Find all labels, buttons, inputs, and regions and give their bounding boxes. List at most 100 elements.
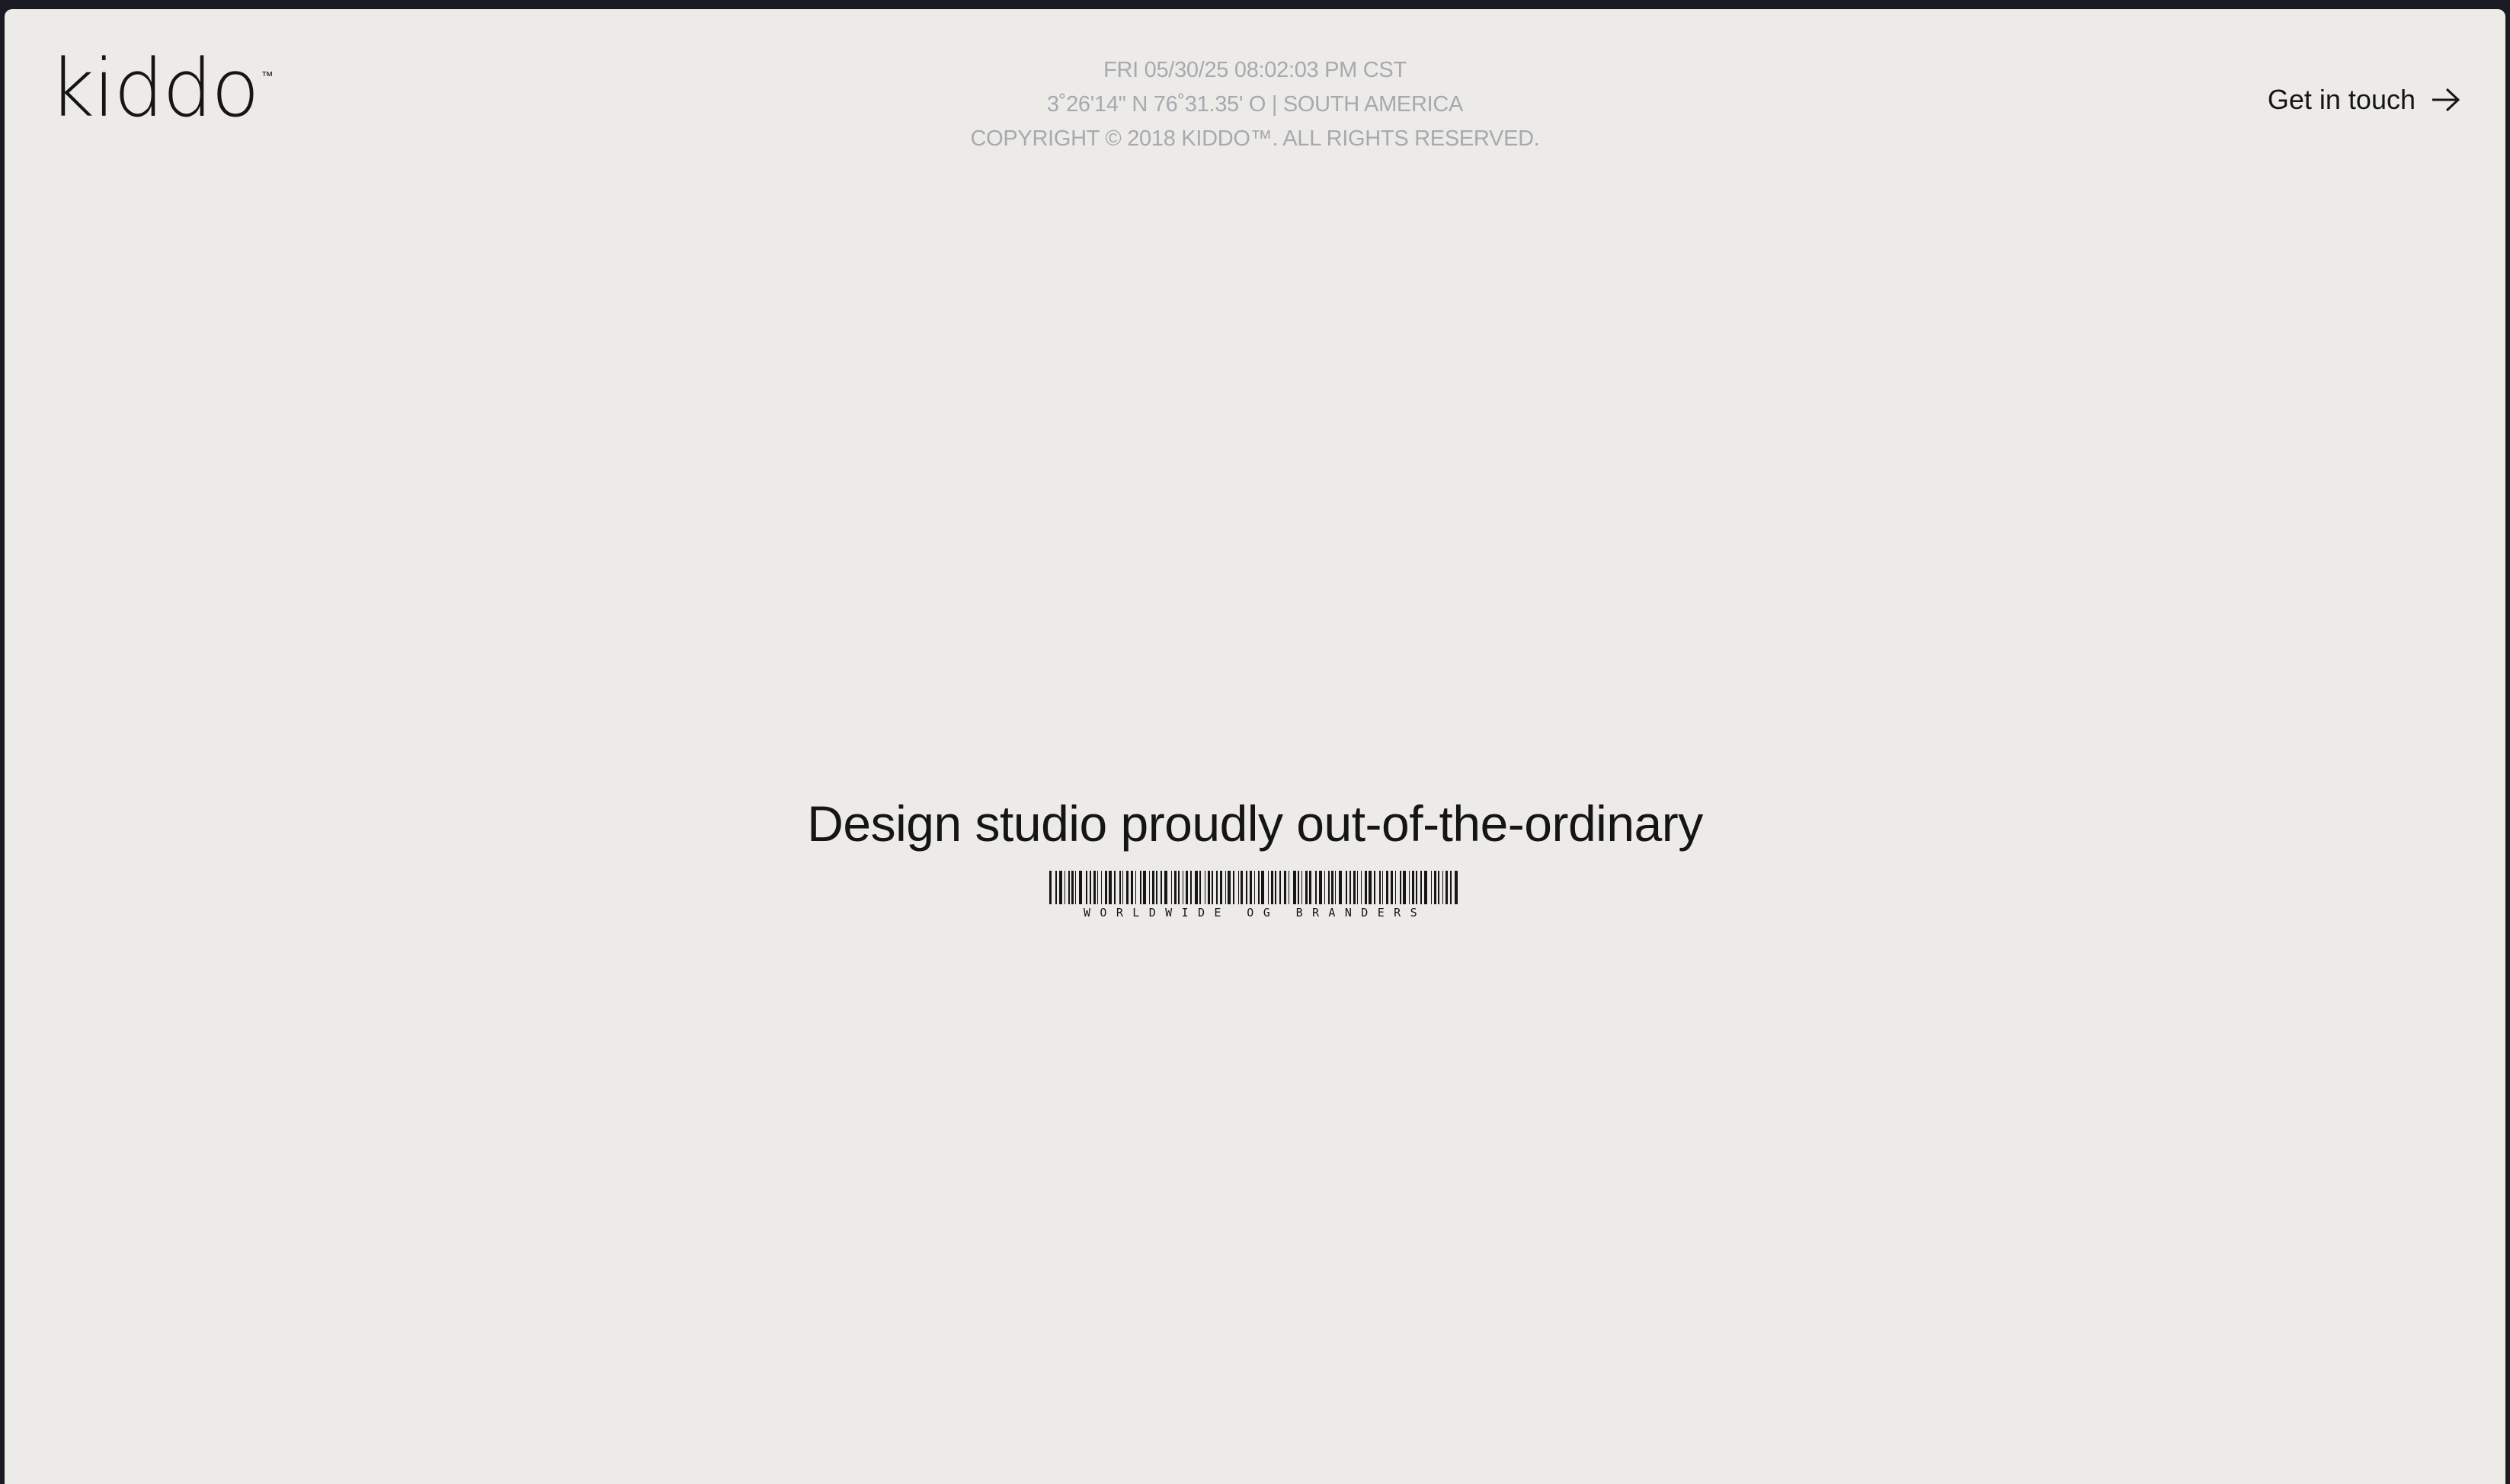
barcode-bar (1382, 871, 1383, 905)
barcode-bar (1075, 871, 1076, 905)
barcode-bar (1309, 871, 1311, 905)
barcode-bar (1455, 871, 1458, 905)
barcode-bar (1190, 871, 1192, 905)
barcode-bar (1140, 871, 1141, 905)
barcode-bar (1424, 871, 1427, 905)
barcode-bar (1391, 871, 1393, 905)
barcode-bar (1093, 871, 1096, 905)
barcode-bar (1279, 871, 1281, 905)
barcode-bar (1174, 871, 1177, 905)
barcode-bar (1246, 871, 1247, 905)
datetime-text: FRI 05/30/25 08:02:03 PM CST (1103, 58, 1407, 82)
barcode-bar (1254, 871, 1255, 905)
barcode-bar (1241, 871, 1243, 905)
barcode-bar (1353, 871, 1356, 905)
hero-title: Design studio proudly out-of-the-ordinar… (807, 795, 1703, 852)
barcode-bar (1275, 871, 1276, 905)
barcode-bar (1126, 871, 1129, 905)
barcode-bar (1420, 871, 1422, 905)
barcode-bar (1131, 871, 1133, 905)
barcode-bar (1258, 871, 1260, 905)
barcode-bar (1164, 871, 1167, 905)
barcode-bar (1386, 871, 1388, 905)
barcode-bar (1195, 871, 1198, 905)
barcode-bar (1409, 871, 1410, 905)
barcode-bar (1055, 871, 1057, 905)
barcode-bar (1315, 871, 1317, 905)
barcode-bar (1059, 871, 1062, 905)
barcode-bar (1090, 871, 1091, 905)
barcode-bar (1400, 871, 1401, 905)
barcode-bar (1216, 871, 1218, 905)
barcode-bar (1339, 871, 1342, 905)
barcode-bar (1225, 871, 1226, 905)
barcode-bar (1328, 871, 1330, 905)
get-in-touch-label: Get in touch (2267, 84, 2416, 115)
barcode-bar (1114, 871, 1116, 905)
barcode-bar (1178, 871, 1180, 905)
barcode-bar (1049, 871, 1052, 905)
barcode-bar (1109, 871, 1112, 905)
barcode-bar (1305, 871, 1308, 905)
barcode-bar (1301, 871, 1302, 905)
barcode-bar (1271, 871, 1273, 905)
barcode-bar (1369, 871, 1372, 905)
barcode-bar (1161, 871, 1162, 905)
coordinates-text: 3˚26'14" N 76˚31.35' O | SOUTH AMERICA (1046, 92, 1464, 117)
barcode-bar (1365, 871, 1367, 905)
barcode-bar (1079, 871, 1082, 905)
barcode-bar (1395, 871, 1396, 905)
barcode-bar (1101, 871, 1102, 905)
barcode-bar (1331, 871, 1333, 905)
barcode-bar (1152, 871, 1154, 905)
get-in-touch-button[interactable]: Get in touch (2268, 84, 2461, 116)
barcode-bar (1379, 871, 1381, 905)
barcode-bar (1346, 871, 1347, 905)
barcode-graphic: WORLDWIDE OG BRANDERS (1049, 871, 1461, 920)
barcode-bar (1149, 871, 1150, 905)
barcode-bar (1374, 871, 1375, 905)
barcode-bar (1199, 871, 1201, 905)
barcode-bar (1068, 871, 1070, 905)
barcode-bar (1122, 871, 1123, 905)
barcode-bar (1071, 871, 1074, 905)
barcode-bar (1208, 871, 1210, 905)
barcode-bar (1412, 871, 1414, 905)
barcode-bar (1228, 871, 1231, 905)
barcode-bar (1268, 871, 1269, 905)
barcode-bar (1119, 871, 1121, 905)
barcode-bar (1284, 871, 1286, 905)
barcode-bar (1357, 871, 1358, 905)
barcode-bar (1086, 871, 1087, 905)
barcode-bar (1156, 871, 1157, 905)
barcode-bar (1233, 871, 1234, 905)
barcode-bar (1416, 871, 1417, 905)
barcode-bar (1293, 871, 1296, 905)
barcode-bar (1135, 871, 1136, 905)
hero: Design studio proudly out-of-the-ordinar… (5, 794, 2505, 920)
arrow-right-icon (2431, 87, 2461, 113)
barcode-bar (1238, 871, 1239, 905)
barcode-bar (1250, 871, 1252, 905)
barcode-bar (1097, 871, 1098, 905)
barcode-bar (1261, 871, 1264, 905)
barcode-bar (1438, 871, 1439, 905)
barcode-bar (1105, 871, 1107, 905)
barcode-bar (1220, 871, 1222, 905)
barcode-bar (1186, 871, 1188, 905)
page-frame: kiddo ™ FRI 05/30/25 08:02:03 PM CST 3˚2… (5, 9, 2505, 1484)
barcode-bar (1335, 871, 1336, 905)
barcode-bar (1442, 871, 1443, 905)
barcode-bar (1319, 871, 1322, 905)
barcode-bar (1431, 871, 1432, 905)
header-meta: FRI 05/30/25 08:02:03 PM CST 3˚26'14" N … (5, 53, 2505, 156)
barcode-bar (1143, 871, 1146, 905)
barcode-bar (1298, 871, 1299, 905)
barcode-icon (1049, 871, 1458, 905)
barcode-bar (1450, 871, 1452, 905)
barcode-bar (1361, 871, 1362, 905)
barcode-bar (1349, 871, 1351, 905)
barcode-bar (1434, 871, 1436, 905)
barcode-caption: WORLDWIDE OG BRANDERS (1083, 906, 1427, 920)
barcode-bar (1324, 871, 1325, 905)
